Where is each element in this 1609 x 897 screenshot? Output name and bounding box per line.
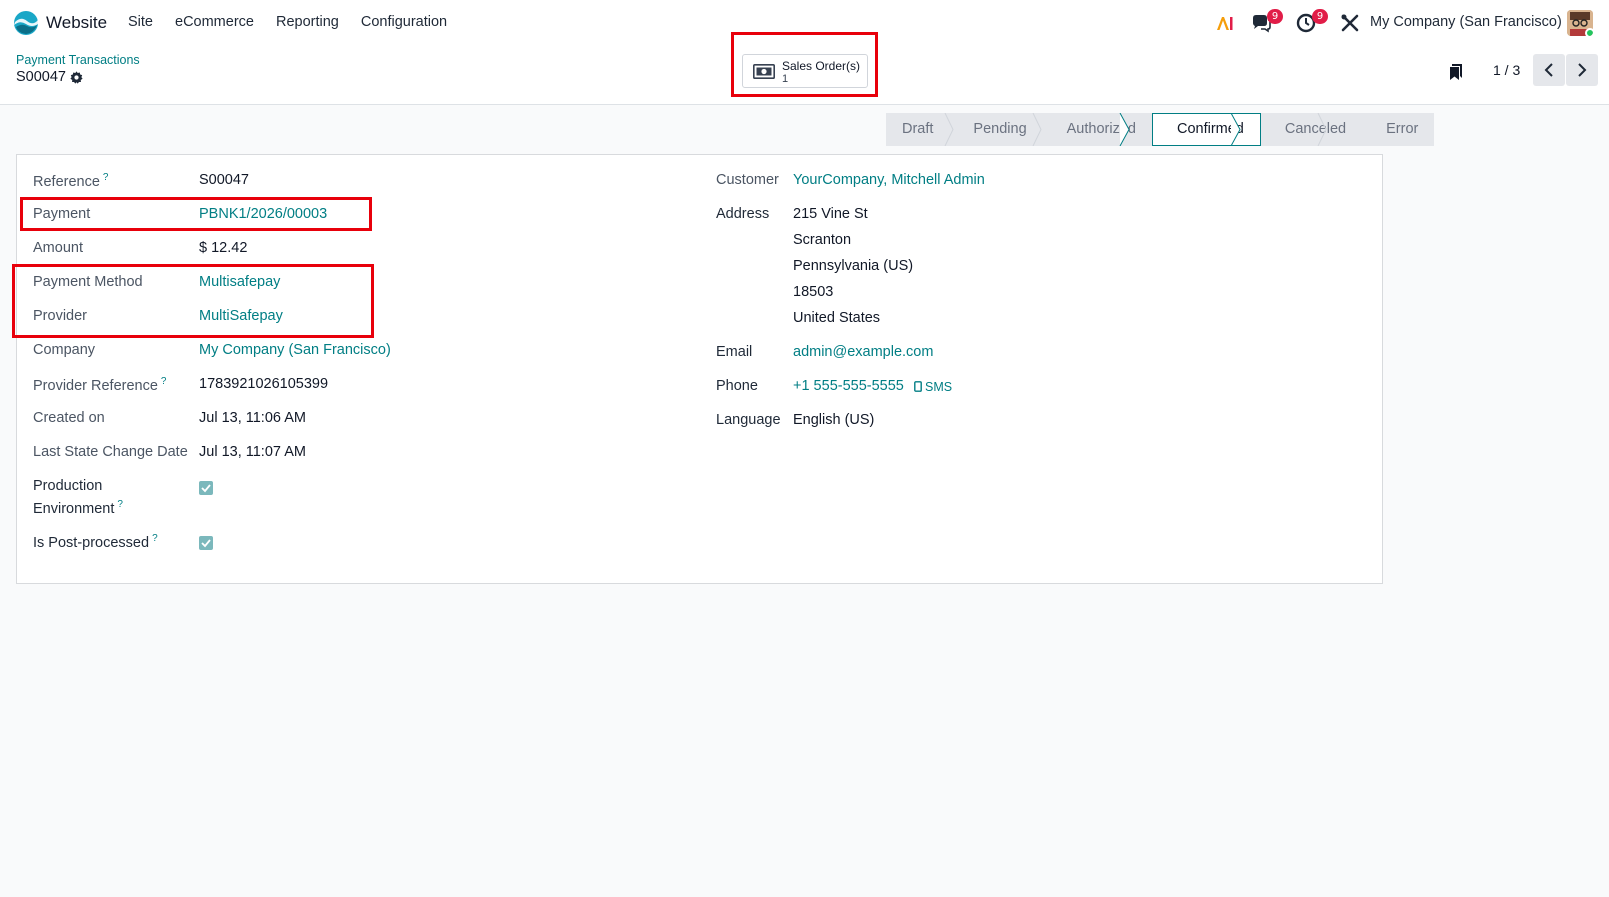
production-environment-label-line2: Environment?	[33, 499, 123, 517]
production-environment-label-text: Environment	[33, 500, 115, 517]
help-icon[interactable]: ?	[161, 376, 167, 387]
activities-icon[interactable]: 9	[1296, 9, 1328, 33]
company-label: Company	[33, 342, 96, 358]
payment-method-label: Payment Method	[33, 274, 143, 290]
sms-button[interactable]: SMS	[914, 380, 952, 394]
stage-separator	[1032, 113, 1042, 146]
smart-button-label: Sales Order(s)	[782, 59, 861, 73]
menu-ecommerce[interactable]: eCommerce	[175, 14, 254, 30]
email-link[interactable]: admin@example.com	[793, 344, 933, 360]
pager-value[interactable]: 1 / 3	[1493, 62, 1520, 78]
help-icon[interactable]: ?	[152, 533, 158, 544]
check-icon	[201, 539, 211, 548]
stage-separator	[1230, 113, 1241, 146]
status-bar-separators	[944, 113, 1327, 146]
debug-tools-icon[interactable]	[1340, 13, 1360, 33]
payment-link[interactable]: PBNK1/2026/00003	[199, 206, 327, 222]
address-street: 215 Vine St	[793, 206, 868, 222]
customer-link[interactable]: YourCompany, Mitchell Admin	[793, 172, 985, 188]
address-zip: 18503	[793, 284, 834, 300]
amount-label: Amount	[33, 240, 83, 256]
phone-label: Phone	[716, 378, 758, 394]
amount-value: $ 12.42	[199, 240, 248, 256]
payment-method-link[interactable]: Multisafepay	[199, 274, 280, 290]
messages-badge: 9	[1267, 9, 1283, 24]
production-environment-checkbox[interactable]	[199, 481, 213, 495]
provider-reference-value: 1783921026105399	[199, 376, 329, 392]
address-country: United States	[793, 310, 881, 326]
provider-label: Provider	[33, 308, 87, 324]
chevron-right-icon	[1578, 63, 1587, 77]
sales-orders-smart-button[interactable]: Sales Order(s) 1	[742, 54, 868, 88]
provider-reference-label: Provider Reference?	[33, 376, 166, 394]
reference-label: Reference?	[33, 172, 108, 190]
last-state-change-label: Last State Change Date	[33, 444, 188, 460]
online-status-dot	[1585, 28, 1593, 36]
record-title: S00047	[16, 69, 66, 85]
company-link[interactable]: My Company (San Francisco)	[199, 342, 391, 358]
address-state: Pennsylvania (US)	[793, 258, 914, 274]
post-processed-label: Is Post-processed?	[33, 533, 158, 551]
breadcrumb-payment-transactions[interactable]: Payment Transactions	[16, 53, 140, 67]
help-icon[interactable]: ?	[117, 499, 123, 510]
pager-previous-button[interactable]	[1533, 54, 1565, 86]
address-label: Address	[716, 206, 770, 222]
mobile-phone-icon	[914, 381, 922, 392]
chevron-left-icon	[1544, 63, 1553, 77]
pager-next-button[interactable]	[1566, 54, 1598, 86]
menu-site[interactable]: Site	[128, 14, 153, 30]
help-icon[interactable]: ?	[103, 172, 109, 183]
stage-separator	[1317, 113, 1327, 146]
menu-configuration[interactable]: Configuration	[361, 14, 447, 30]
smart-button-count: 1	[782, 73, 789, 85]
sms-label: SMS	[925, 380, 953, 394]
provider-link[interactable]: MultiSafepay	[199, 308, 283, 324]
production-environment-label-line1: Production	[33, 478, 103, 494]
post-processed-checkbox[interactable]	[199, 536, 213, 550]
messages-icon[interactable]: 9	[1251, 9, 1283, 33]
stage-separator	[1119, 113, 1130, 146]
stage-separator	[944, 113, 954, 146]
created-on-value: Jul 13, 11:06 AM	[199, 410, 306, 426]
menu-reporting[interactable]: Reporting	[276, 14, 339, 30]
bookmark-icon[interactable]	[1449, 63, 1463, 81]
email-label: Email	[716, 344, 753, 360]
user-avatar[interactable]	[1567, 10, 1593, 36]
language-label: Language	[716, 412, 781, 428]
phone-link[interactable]: +1 555-555-5555	[793, 378, 904, 394]
check-icon	[201, 484, 211, 493]
website-app-icon[interactable]	[13, 10, 39, 36]
main-menu: Site eCommerce Reporting Configuration	[128, 14, 469, 30]
provider-reference-label-text: Provider Reference	[33, 377, 158, 394]
address-city: Scranton	[793, 232, 852, 248]
top-navbar: Website Site eCommerce Reporting Configu…	[0, 0, 1609, 46]
app-name[interactable]: Website	[46, 13, 107, 33]
created-on-label: Created on	[33, 410, 105, 426]
stage-label: Error	[1386, 121, 1419, 137]
reference-label-text: Reference	[33, 173, 100, 190]
gear-icon[interactable]	[70, 71, 83, 84]
activities-badge: 9	[1312, 9, 1328, 24]
reference-value: S00047	[199, 172, 249, 188]
payment-label: Payment	[33, 206, 91, 222]
company-switcher[interactable]: My Company (San Francisco)	[1370, 14, 1562, 30]
money-icon	[753, 64, 775, 79]
language-value: English (US)	[793, 412, 875, 428]
customer-label: Customer	[716, 172, 779, 188]
last-state-change-value: Jul 13, 11:07 AM	[199, 444, 306, 460]
post-processed-label-text: Is Post-processed	[33, 534, 150, 551]
ai-icon[interactable]	[1215, 13, 1235, 33]
